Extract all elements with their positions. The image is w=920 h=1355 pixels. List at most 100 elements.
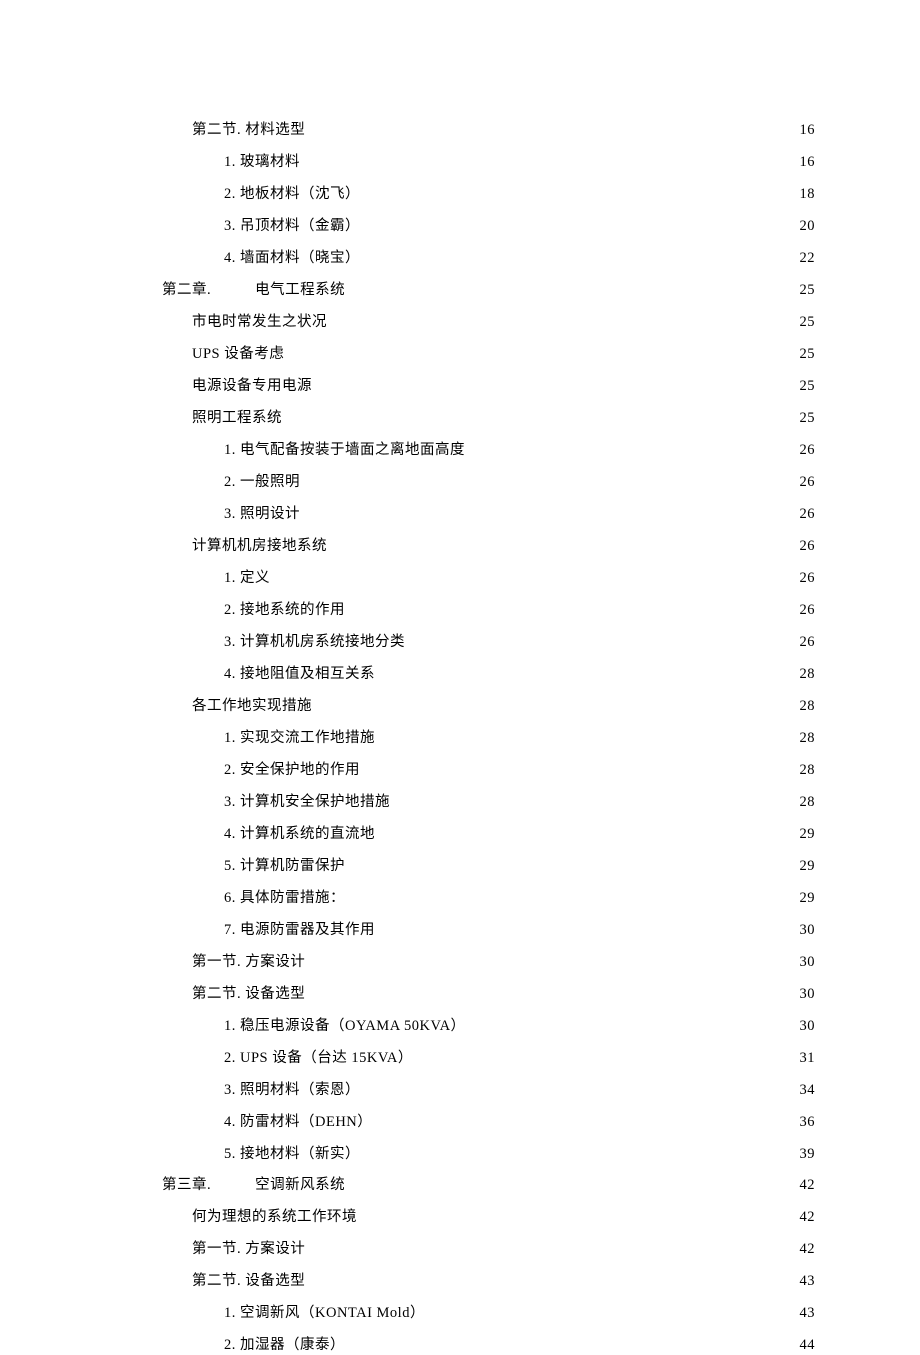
toc-label: 5. 计算机防雷保护 bbox=[224, 858, 345, 875]
toc-page-number: 39 bbox=[800, 1146, 816, 1163]
toc-label: 2. UPS 设备（台达 15KVA） bbox=[224, 1050, 413, 1067]
toc-entry: 计算机机房接地系统 26 bbox=[112, 538, 815, 555]
toc-entry: 3. 照明材料（索恩） 34 bbox=[112, 1082, 815, 1099]
toc-page-number: 26 bbox=[800, 506, 816, 523]
toc-page-number: 26 bbox=[800, 634, 816, 651]
toc-label: 1. 稳压电源设备（OYAMA 50KVA） bbox=[224, 1018, 466, 1035]
toc-entry: 1. 电气配备按装于墙面之离地面高度26 bbox=[112, 442, 815, 459]
toc-entry: 第一节. 方案设计 42 bbox=[112, 1241, 815, 1258]
toc-entry: 第二章. 电气工程系统 25 bbox=[112, 282, 815, 299]
toc-entry: 第一节. 方案设计 30 bbox=[112, 954, 815, 971]
toc-page-number: 30 bbox=[800, 922, 816, 939]
toc-label: 何为理想的系统工作环境 bbox=[192, 1209, 357, 1226]
toc-entry: 3. 照明设计26 bbox=[112, 506, 815, 523]
toc-page-number: 28 bbox=[800, 666, 816, 683]
toc-page-number: 43 bbox=[800, 1305, 816, 1322]
toc-label: 第二节. 材料选型 bbox=[192, 122, 305, 139]
toc-entry: 6. 具体防雷措施： 29 bbox=[112, 890, 815, 907]
toc-entry: 3. 吊顶材料（金霸） 20 bbox=[112, 218, 815, 235]
toc-entry: UPS 设备考虑 25 bbox=[112, 346, 815, 363]
toc-label: 6. 具体防雷措施： bbox=[224, 890, 345, 907]
toc-entry: 1. 空调新风（KONTAI Mold）43 bbox=[112, 1305, 815, 1322]
toc-page-number: 28 bbox=[800, 698, 816, 715]
toc-page-number: 26 bbox=[800, 474, 816, 491]
toc-label: 第二章. bbox=[162, 282, 211, 299]
toc-label: 第三章. bbox=[162, 1177, 211, 1194]
toc-label: 各工作地实现措施 bbox=[192, 698, 312, 715]
toc-entry: 1. 定义 26 bbox=[112, 570, 815, 587]
toc-label: 7. 电源防雷器及其作用 bbox=[224, 922, 375, 939]
toc-entry: 各工作地实现措施 28 bbox=[112, 698, 815, 715]
toc-entry: 4. 墙面材料（晓宝） 22 bbox=[112, 250, 815, 267]
toc-label-tail: 空调新风系统 bbox=[255, 1177, 345, 1194]
toc-entry: 第三章.空调新风系统42 bbox=[112, 1177, 815, 1194]
toc-page-number: 25 bbox=[800, 346, 816, 363]
toc-label: 3. 计算机机房系统接地分类 bbox=[224, 634, 405, 651]
toc-entry: 7. 电源防雷器及其作用 30 bbox=[112, 922, 815, 939]
toc-page-number: 28 bbox=[800, 794, 816, 811]
toc-label: 3. 吊顶材料（金霸） bbox=[224, 218, 360, 235]
document-page: 第二节. 材料选型 16 1. 玻璃材料 16 2. 地板材料（沈飞）18 3. 吊顶材料… bbox=[0, 0, 920, 1302]
toc-page-number: 28 bbox=[800, 730, 816, 747]
toc-page-number: 26 bbox=[800, 538, 816, 555]
table-of-contents: 第二节. 材料选型 16 1. 玻璃材料 16 2. 地板材料（沈飞）18 3. 吊顶材料… bbox=[112, 122, 815, 1355]
toc-entry: 3. 计算机安全保护地措施 28 bbox=[112, 794, 815, 811]
toc-entry: 3. 计算机机房系统接地分类 26 bbox=[112, 634, 815, 651]
toc-label: 照明工程系统 bbox=[192, 410, 282, 427]
toc-entry: 第二节. 材料选型 16 bbox=[112, 122, 815, 139]
toc-label: 3. 照明材料（索恩） bbox=[224, 1082, 360, 1099]
toc-label: 1. 定义 bbox=[224, 570, 270, 587]
toc-entry: 2. 安全保护地的作用28 bbox=[112, 762, 815, 779]
toc-label: 第一节. 方案设计 bbox=[192, 1241, 305, 1258]
toc-label: 第二节. 设备选型 bbox=[192, 986, 305, 1003]
toc-page-number: 26 bbox=[800, 570, 816, 587]
toc-page-number: 26 bbox=[800, 442, 816, 459]
toc-label: 计算机机房接地系统 bbox=[192, 538, 327, 555]
toc-page-number: 43 bbox=[800, 1273, 816, 1290]
toc-page-number: 18 bbox=[800, 186, 816, 203]
toc-entry: 市电时常发生之状况 25 bbox=[112, 314, 815, 331]
toc-entry: 2. 地板材料（沈飞）18 bbox=[112, 186, 815, 203]
toc-page-number: 20 bbox=[800, 218, 816, 235]
toc-page-number: 29 bbox=[800, 826, 816, 843]
toc-page-number: 29 bbox=[800, 890, 816, 907]
toc-page-number: 34 bbox=[800, 1082, 816, 1099]
toc-entry: 2. 一般照明 26 bbox=[112, 474, 815, 491]
toc-page-number: 22 bbox=[800, 250, 816, 267]
toc-label: 4. 墙面材料（晓宝） bbox=[224, 250, 360, 267]
toc-page-number: 44 bbox=[800, 1337, 816, 1354]
toc-label: 第一节. 方案设计 bbox=[192, 954, 305, 971]
toc-page-number: 16 bbox=[800, 122, 816, 139]
toc-label: 3. 计算机安全保护地措施 bbox=[224, 794, 390, 811]
toc-label: 市电时常发生之状况 bbox=[192, 314, 327, 331]
toc-entry: 5. 计算机防雷保护 29 bbox=[112, 858, 815, 875]
toc-page-number: 42 bbox=[800, 1241, 816, 1258]
toc-label: 4. 计算机系统的直流地 bbox=[224, 826, 375, 843]
toc-page-number: 25 bbox=[800, 410, 816, 427]
toc-page-number: 25 bbox=[800, 282, 816, 299]
toc-entry: 照明工程系统 25 bbox=[112, 410, 815, 427]
toc-label: 第二节. 设备选型 bbox=[192, 1273, 305, 1290]
toc-entry: 2. UPS 设备（台达 15KVA） 31 bbox=[112, 1050, 815, 1067]
toc-page-number: 31 bbox=[800, 1050, 816, 1067]
toc-label: 5. 接地材料（新实） bbox=[224, 1146, 360, 1163]
toc-page-number: 30 bbox=[800, 954, 816, 971]
toc-entry: 电源设备专用电源25 bbox=[112, 378, 815, 395]
toc-page-number: 26 bbox=[800, 602, 816, 619]
toc-page-number: 25 bbox=[800, 378, 816, 395]
toc-page-number: 29 bbox=[800, 858, 816, 875]
toc-entry: 1. 玻璃材料 16 bbox=[112, 154, 815, 171]
toc-label: 1. 玻璃材料 bbox=[224, 154, 300, 171]
toc-entry: 1. 稳压电源设备（OYAMA 50KVA） 30 bbox=[112, 1018, 815, 1035]
toc-label: 2. 接地系统的作用 bbox=[224, 602, 345, 619]
toc-page-number: 25 bbox=[800, 314, 816, 331]
toc-entry: 2. 接地系统的作用 26 bbox=[112, 602, 815, 619]
toc-page-number: 30 bbox=[800, 1018, 816, 1035]
toc-entry: 4. 计算机系统的直流地 29 bbox=[112, 826, 815, 843]
toc-label: 2. 一般照明 bbox=[224, 474, 300, 491]
toc-label: 4. 接地阻值及相互关系 bbox=[224, 666, 375, 683]
toc-label: UPS 设备考虑 bbox=[192, 346, 284, 363]
toc-label-tail: 电气工程系统 bbox=[255, 282, 345, 299]
toc-page-number: 16 bbox=[800, 154, 816, 171]
toc-label: 2. 安全保护地的作用 bbox=[224, 762, 360, 779]
